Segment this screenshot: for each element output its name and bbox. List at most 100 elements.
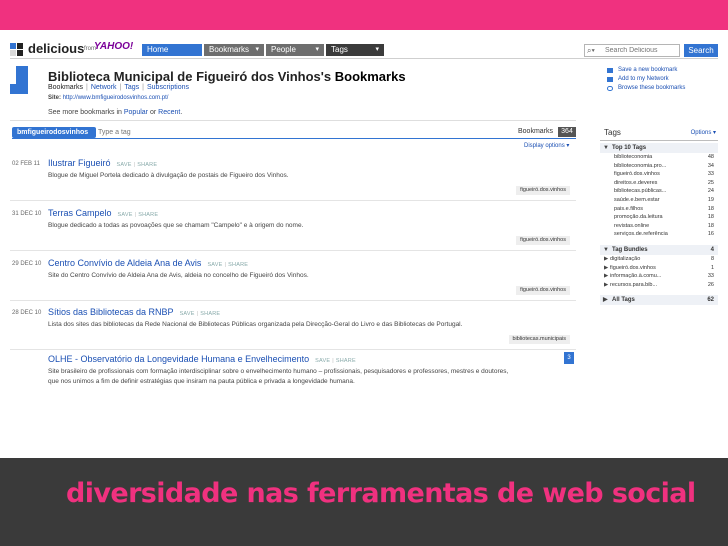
tags-options-link[interactable]: Options ▾ (691, 129, 716, 136)
share-link[interactable]: SHARE (137, 162, 157, 168)
site-link[interactable]: http://www.bmfigueirodosvinhos.com.pt/ (63, 95, 169, 101)
bookmark-title-link[interactable]: Terras Campelo SAVE | SHARE (48, 208, 158, 218)
recent-link[interactable]: Recent (158, 109, 180, 116)
save-bookmark-label: Save a new bookmark (618, 67, 678, 73)
tab-bookmarks[interactable]: Bookmarks ▾ (204, 44, 264, 56)
popular-link[interactable]: Popular (124, 109, 148, 116)
profile-subnav: Bookmarks | Network | Tags | Subscriptions (48, 84, 190, 91)
tab-tags[interactable]: Tags ▾ (326, 44, 384, 56)
tag-item[interactable]: direitos.e.deveres 25 (600, 179, 718, 188)
tag-name: biblioteconomia (614, 154, 653, 160)
bundle-count: 1 (710, 264, 714, 271)
bookmark-title-link[interactable]: Ilustrar Figueiró SAVE | SHARE (48, 158, 157, 168)
page-title: Biblioteca Municipal de Figueiró dos Vin… (48, 69, 406, 84)
tag-item[interactable]: pais.e.filhos 18 (600, 205, 718, 214)
bookmark-icon (607, 68, 613, 73)
top-tags-title: Top 10 Tags (612, 145, 647, 151)
bookmarks-count-badge: 364 (558, 127, 576, 137)
slide-caption: diversidade nas ferramentas de web socia… (66, 478, 696, 509)
all-tags-header[interactable]: ▶ All Tags 62 (600, 295, 718, 306)
save-link[interactable]: SAVE (315, 358, 330, 364)
display-options-link[interactable]: Display options ▾ (524, 142, 569, 149)
tag-count: 18 (707, 205, 714, 212)
bookmark-description: Site brasileiro de profissionais com for… (48, 368, 509, 375)
tag-item[interactable]: figueiró.dos.vinhos 33 (600, 170, 718, 179)
save-link[interactable]: SAVE (117, 162, 132, 168)
add-network-action[interactable]: Add to my Network (604, 75, 716, 84)
bookmark-title: Terras Campelo (48, 208, 112, 218)
subnav-network[interactable]: Network (91, 84, 117, 91)
tag-bundles-header[interactable]: ▼ Tag Bundles 4 (600, 244, 718, 255)
bookmarks-count-label: Bookmarks (518, 128, 554, 135)
bookmark-title-link[interactable]: Centro Convívio de Aldeia Ana de Avis SAV… (48, 258, 248, 268)
triangle-right-icon: ▶ (603, 297, 608, 304)
tag-item[interactable]: saúde.e.bem.estar 19 (600, 196, 718, 205)
subnav-tags[interactable]: Tags (124, 84, 139, 91)
tag-name: bibliotecas.públicas... (614, 188, 667, 195)
tag-name: revistas.online (614, 222, 650, 229)
tag-item[interactable]: biblioteconomia 48 (600, 153, 718, 162)
bookmark-divider (10, 250, 576, 251)
browse-bookmarks-action[interactable]: Browse these bookmarks (604, 84, 716, 93)
subnav-subscriptions[interactable]: Subscriptions (147, 84, 189, 91)
bookmark-title: Ilustrar Figueiró (48, 158, 111, 168)
bookmark-tag[interactable]: bibliotecas.municipais (508, 335, 570, 344)
bookmark-divider (10, 300, 576, 301)
bundle-item[interactable]: ▶ digitalização 8 (600, 255, 718, 264)
saved-count-badge[interactable]: 3 (564, 352, 574, 364)
tag-name: promoção.da.leitura (614, 214, 663, 221)
search-input[interactable] (605, 45, 677, 56)
bookmark-description: Blogue de Miguel Portela dedicado à divu… (48, 172, 289, 179)
search-icon[interactable]: ⌕▾ (587, 45, 595, 56)
tab-home[interactable]: Home (142, 44, 202, 56)
search-button[interactable]: Search (684, 44, 718, 57)
bookmark-title-link[interactable]: OLHE - Observatório da Longevidade Human… (48, 354, 356, 364)
tag-item[interactable]: bibliotecas.públicas... 24 (600, 187, 718, 196)
tag-item[interactable]: promoção.da.leitura 18 (600, 213, 718, 222)
share-link[interactable]: SHARE (138, 212, 158, 218)
tag-count: 18 (707, 222, 714, 229)
bookmark-tag[interactable]: figueiró.dos.vinhos (516, 286, 570, 295)
page-title-suffix: Bookmarks (334, 69, 406, 84)
chevron-down-icon: ▾ (375, 46, 379, 53)
delicious-logo-text[interactable]: delicious (28, 41, 84, 56)
user-filter-pill[interactable]: bmfigueirodosvinhos (12, 127, 96, 138)
bookmark-title-link[interactable]: Sítios das Bibliotecas da RNBP SAVE | SHARE (48, 307, 220, 317)
bookmark-tag[interactable]: figueiró.dos.vinhos (516, 186, 570, 195)
triangle-right-icon: ▶ (604, 281, 609, 288)
bundle-count: 26 (707, 281, 714, 288)
bundle-item[interactable]: ▶ figueiró.dos.vinhos 1 (600, 264, 718, 273)
bundle-item[interactable]: ▶ recursos.para.bib... 26 (600, 281, 718, 290)
share-link[interactable]: SHARE (200, 311, 220, 317)
tag-count: 33 (707, 171, 714, 178)
top-tags-list: biblioteconomia 48 biblioteconomia.pro...… (600, 153, 718, 239)
tag-count: 19 (707, 196, 714, 203)
tag-item[interactable]: biblioteconomia.pro... 34 (600, 162, 718, 171)
tag-count: 24 (707, 188, 714, 195)
save-link[interactable]: SAVE (118, 212, 133, 218)
tag-item[interactable]: serviços.de.referência 16 (600, 230, 718, 239)
chevron-down-icon: ▾ (315, 46, 319, 53)
save-link[interactable]: SAVE (180, 311, 195, 317)
share-link[interactable]: SHARE (336, 358, 356, 364)
tags-sidebar-title: Tags (604, 128, 621, 137)
top-tags-header[interactable]: ▼ Top 10 Tags (600, 143, 718, 153)
tab-bookmarks-label: Bookmarks (209, 45, 250, 54)
search-box: ⌕▾ (584, 44, 680, 57)
tag-filter-input[interactable] (98, 127, 158, 138)
tag-name: biblioteconomia.pro... (614, 162, 667, 169)
share-link[interactable]: SHARE (228, 262, 248, 268)
triangle-down-icon: ▼ (603, 145, 609, 151)
bundle-name: figueiró.dos.vinhos (610, 264, 656, 271)
save-link[interactable]: SAVE (207, 262, 222, 268)
triangle-right-icon: ▶ (604, 264, 609, 271)
bookmark-tag[interactable]: figueiró.dos.vinhos (516, 236, 570, 245)
more-prefix: See more bookmarks in (48, 109, 124, 116)
tab-people[interactable]: People ▾ (266, 44, 324, 56)
save-bookmark-action[interactable]: Save a new bookmark (604, 66, 716, 75)
bundle-item[interactable]: ▶ informação.à.comu... 33 (600, 272, 718, 281)
tag-item[interactable]: revistas.online 18 (600, 222, 718, 231)
tags-sidebar-divider (600, 140, 718, 141)
add-network-label: Add to my Network (618, 76, 669, 82)
subnav-bookmarks[interactable]: Bookmarks (48, 84, 83, 91)
